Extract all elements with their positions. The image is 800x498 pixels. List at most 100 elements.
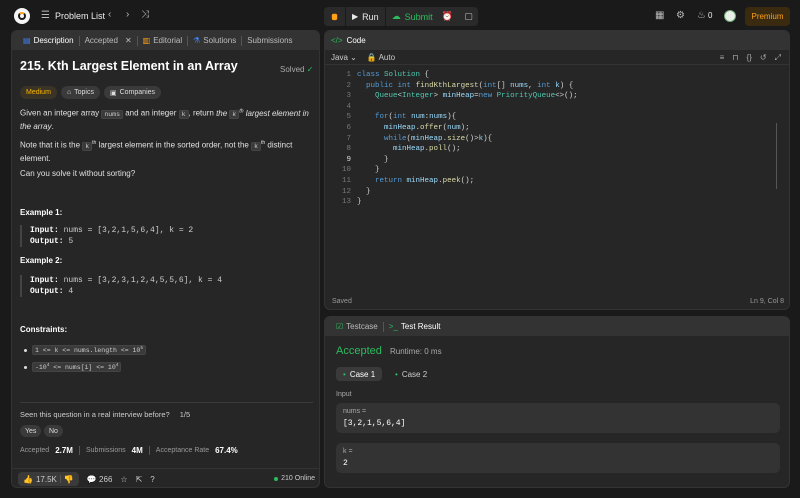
k-input: k = 2 <box>336 443 780 473</box>
tab-testcase[interactable]: ☑ Testcase <box>331 317 383 336</box>
notes-button[interactable]: ▢ <box>459 7 478 26</box>
submit-button[interactable]: ☁ Submit <box>386 7 439 26</box>
debug-button[interactable] <box>324 7 346 26</box>
cloud-upload-icon: ☁ <box>391 11 401 21</box>
no-button[interactable]: No <box>44 425 63 437</box>
topics-chip[interactable]: ⌂ Topics <box>60 86 100 99</box>
difficulty-badge: Medium <box>20 86 57 99</box>
problem-statement: Given an integer array nums and an integ… <box>20 108 309 131</box>
chevron-left-icon[interactable]: ‹ <box>108 10 111 20</box>
example-1: Input: nums = [3,2,1,5,6,4], k = 2 Outpu… <box>20 225 193 247</box>
leetcode-logo[interactable] <box>14 8 30 24</box>
problem-stats: Accepted 2.7M Submissions 4M Acceptance Ra… <box>20 446 238 455</box>
premium-button[interactable]: Premium <box>745 7 790 26</box>
code-icon: </> <box>331 36 343 45</box>
tag-icon: ⌂ <box>66 89 72 96</box>
tab-test-result[interactable]: >_ Test Result <box>384 317 446 336</box>
tab-solutions[interactable]: ⚗ Solutions <box>188 31 241 50</box>
tab-editorial[interactable]: ▥ Editorial <box>138 31 187 50</box>
thumbs-up-icon: 👍 <box>23 474 33 484</box>
code-editor[interactable]: class Solution { public int findKthLarge… <box>357 70 578 208</box>
checkbox-icon: ☑ <box>336 322 344 331</box>
chevron-right-icon[interactable]: › <box>126 10 129 20</box>
close-icon[interactable]: ✕ <box>125 36 132 45</box>
fire-icon[interactable]: ♨ <box>697 11 706 21</box>
constraint-1: 1 <= k <= nums.length <= 105 <box>24 345 147 356</box>
editor-tools: ≡ ⊓ {} ↺ ⤢ <box>720 53 781 63</box>
comment-icon: 💬 <box>86 474 97 484</box>
share-icon[interactable]: ⇱ <box>136 475 143 484</box>
line-number: 11 <box>341 176 351 185</box>
like-button[interactable]: 👍 17.5K 👎 <box>18 472 79 486</box>
problem-title-row: 215. Kth Largest Element in an Array <box>20 59 315 73</box>
nums-input: nums = [3,2,1,5,6,4] <box>336 403 780 433</box>
example-1-title: Example 1: <box>20 208 63 217</box>
thumbs-down-icon[interactable]: 👎 <box>64 475 74 484</box>
line-number: 5 <box>346 113 351 122</box>
play-icon: ▶ <box>352 12 359 21</box>
problem-note: Note that it is the k th largest element … <box>20 140 293 163</box>
tab-submissions[interactable]: Submissions <box>242 31 297 50</box>
braces-icon[interactable]: {} <box>747 53 752 63</box>
scrollbar[interactable] <box>776 123 777 189</box>
terminal-icon: >_ <box>388 322 398 331</box>
chevron-down-icon: ⌄ <box>350 52 357 62</box>
line-number: 1 <box>346 71 351 79</box>
document-icon: ▤ <box>23 36 31 45</box>
alarm-button[interactable]: ⏰ <box>438 7 457 26</box>
problem-tags: Medium ⌂ Topics ▣ Companies <box>20 86 162 99</box>
line-number: 12 <box>341 187 351 196</box>
tab-description[interactable]: ▤ Description <box>18 31 79 50</box>
description-footer: 👍 17.5K 👎 💬 266 ☆ ⇱ ? 210 Online <box>12 468 319 487</box>
reset-icon[interactable]: ↺ <box>760 53 767 63</box>
avatar[interactable] <box>724 10 736 22</box>
code-panel: </> Code Java ⌄ 🔒 Auto ≡ ⊓ {} ↺ ⤢ 123456… <box>324 30 790 310</box>
language-select[interactable]: Java ⌄ <box>331 53 357 62</box>
format-icon[interactable]: ≡ <box>720 53 725 63</box>
run-button[interactable]: ▶ Run <box>346 7 386 26</box>
expand-icon[interactable]: ⤢ <box>775 53 781 63</box>
gear-icon[interactable]: ⚙ <box>676 11 685 21</box>
submit-label: Submit <box>404 11 433 22</box>
alarm-clock-icon: ⏰ <box>441 11 454 21</box>
editor-status: Saved Ln 9, Col 8 <box>332 298 784 305</box>
check-circle-icon: ✓ <box>306 65 314 74</box>
result-tabs: ☑ Testcase >_ Test Result <box>325 317 789 336</box>
comment-button[interactable]: 💬 266 <box>87 475 113 484</box>
page-title: 215. Kth Largest Element in an Array <box>20 59 238 73</box>
yes-button[interactable]: Yes <box>20 425 42 437</box>
line-number: 3 <box>346 92 351 101</box>
tab-accepted[interactable]: Accepted ✕ <box>80 31 137 50</box>
line-numbers: 1 2 3 4 5 6 7 8 9 10 11 12 13 <box>333 70 351 208</box>
case-1-tab[interactable]: • Case 1 <box>336 367 383 381</box>
result-status: Accepted <box>336 345 382 357</box>
follow-up: Can you solve it without sorting? <box>20 169 136 178</box>
problem-list-link[interactable]: Problem List <box>55 11 105 21</box>
star-icon[interactable]: ☆ <box>120 475 127 484</box>
saved-status: Saved <box>332 298 352 305</box>
line-number: 6 <box>346 123 351 132</box>
bug-icon <box>331 13 338 21</box>
constraint-2: -104 <= nums[i] <= 104 <box>24 362 122 373</box>
flask-icon: ⚗ <box>193 36 201 45</box>
online-count: 210 Online <box>274 475 315 482</box>
lock-icon: ▣ <box>109 89 117 97</box>
top-bar: ☰ Problem List ‹ › ⤨ ▶ Run ☁ Submit ⏰ ▢ … <box>0 0 800 32</box>
example-2: Input: nums = [3,2,3,1,2,4,5,5,6], k = 4… <box>20 275 222 297</box>
layout-grid-icon[interactable]: ▦ <box>655 11 664 21</box>
interview-question: Seen this question in a real interview b… <box>20 410 191 419</box>
line-number: 8 <box>346 145 351 154</box>
case-2-tab[interactable]: • Case 2 <box>388 367 434 381</box>
help-icon[interactable]: ? <box>150 475 154 484</box>
line-number: 10 <box>341 166 351 175</box>
example-2-title: Example 2: <box>20 256 63 265</box>
line-number: 13 <box>341 198 351 207</box>
list-icon[interactable]: ☰ <box>41 11 50 21</box>
companies-chip[interactable]: ▣ Companies <box>103 86 162 99</box>
auto-toggle[interactable]: 🔒 Auto <box>367 53 395 62</box>
description-tabs: ▤ Description Accepted ✕ ▥ Editorial ⚗ S… <box>12 31 319 50</box>
line-number: 7 <box>346 134 351 143</box>
shuffle-icon[interactable]: ⤨ <box>141 10 149 20</box>
bookmark-icon[interactable]: ⊓ <box>732 53 738 63</box>
constraints-title: Constraints: <box>20 325 68 334</box>
